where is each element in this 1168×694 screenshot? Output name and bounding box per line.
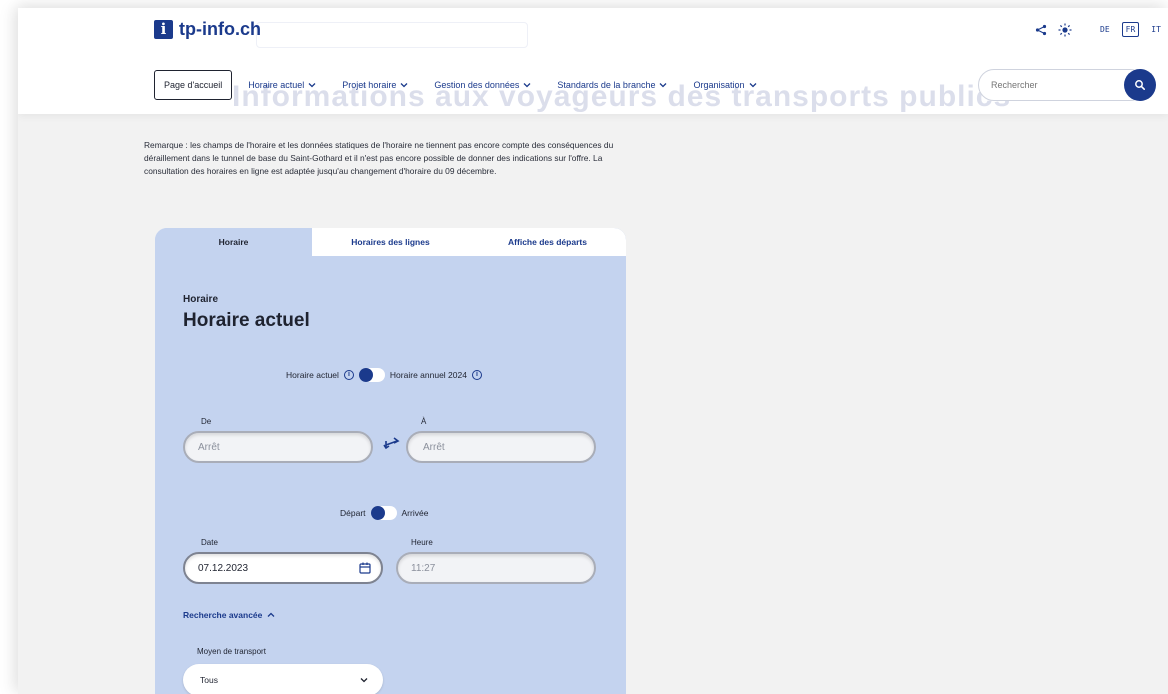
chevron-down-icon [308,81,316,90]
chevron-down-icon [749,81,757,90]
chevron-down-icon [523,81,531,90]
info-icon[interactable]: i [343,370,354,380]
date-value: 07.12.2023 [198,562,249,574]
search-box [978,69,1158,101]
search-icon [1135,80,1145,90]
timetable-tabs: Horaire Horaires des lignes Affiche des … [155,228,626,256]
site-header: Informations aux voyageurs des transport… [18,8,1168,114]
from-input[interactable]: Arrêt [183,431,373,463]
nav-home-button[interactable]: Page d'accueil [154,70,233,100]
header-utilities: DE FR IT [1034,22,1163,37]
date-input[interactable]: 07.12.2023 [183,552,383,584]
switch-knob [358,368,373,382]
direction-toggle-row: Départ Arrivée [340,506,428,520]
card-subtitle: Horaire [183,294,219,305]
nav-item-label: Gestion des données [434,80,520,90]
nav-item-gestion-donnees[interactable]: Gestion des données [434,80,531,90]
browser-viewport: Informations aux voyageurs des transport… [18,8,1168,694]
language-fr[interactable]: FR [1121,22,1140,37]
date-label: Date [201,538,218,547]
timetable-card: Horaire Horaires des lignes Affiche des … [155,228,626,694]
transport-label: Moyen de transport [197,647,266,656]
info-logo-icon: i [154,20,173,39]
toggle-label-current: Horaire actuel [286,370,339,380]
to-input[interactable]: Arrêt [406,431,596,463]
toggle-label-departure: Départ [340,508,366,518]
nav-item-label: Standards de la branche [557,80,656,90]
transport-select[interactable]: Tous [183,664,383,694]
nav-item-label: Horaire actuel [248,80,305,90]
swap-icon[interactable] [382,433,402,453]
tab-affiche-departs[interactable]: Affiche des départs [469,228,626,256]
language-de[interactable]: DE [1098,23,1112,36]
toggle-label-annual: Horaire annuel 2024 [389,370,467,380]
search-button[interactable] [1124,69,1156,101]
info-icon[interactable]: i [471,370,482,380]
chevron-down-icon [400,81,408,90]
search-input[interactable] [978,69,1146,101]
nav-item-label: Organisation [693,80,745,90]
timetable-toggle-row: Horaire actuel i Horaire annuel 2024 i [286,368,482,382]
from-label: De [201,417,212,426]
advanced-search-label: Recherche avancée [183,610,263,620]
to-label: À [421,417,427,426]
sun-icon[interactable] [1058,23,1072,37]
tab-horaire[interactable]: Horaire [155,228,312,256]
card-title: Horaire actuel [183,310,310,331]
language-it[interactable]: IT [1149,23,1163,36]
advanced-search-toggle[interactable]: Recherche avancée [183,610,275,620]
site-logo[interactable]: i tp-info.ch [154,19,261,40]
chevron-down-icon [659,81,667,90]
time-label: Heure [411,538,433,547]
transport-value: Tous [200,675,218,685]
remark-notice: Remarque : les champs de l'horaire et le… [144,140,614,176]
tab-horaires-lignes[interactable]: Horaires des lignes [312,228,469,256]
chevron-down-icon [360,678,368,683]
nav-item-organisation[interactable]: Organisation [693,80,756,90]
chevron-up-icon [267,612,275,617]
timetable-switch[interactable] [358,368,385,382]
nav-item-horaire-actuel[interactable]: Horaire actuel [248,80,316,90]
nav-item-label: Projet horaire [342,80,397,90]
time-input[interactable]: 11:27 [396,552,596,584]
logo-text: tp-info.ch [179,19,261,39]
toggle-label-arrival: Arrivée [401,508,429,518]
nav-item-projet-horaire[interactable]: Projet horaire [342,80,408,90]
switch-knob [370,506,385,520]
background-tab-strip [256,22,528,48]
main-navigation: Page d'accueil Horaire actuel Projet hor… [154,70,783,100]
direction-switch[interactable] [370,506,397,520]
share-icon[interactable] [1034,23,1048,37]
calendar-icon[interactable] [359,562,371,574]
nav-item-standards-branche[interactable]: Standards de la branche [557,80,667,90]
